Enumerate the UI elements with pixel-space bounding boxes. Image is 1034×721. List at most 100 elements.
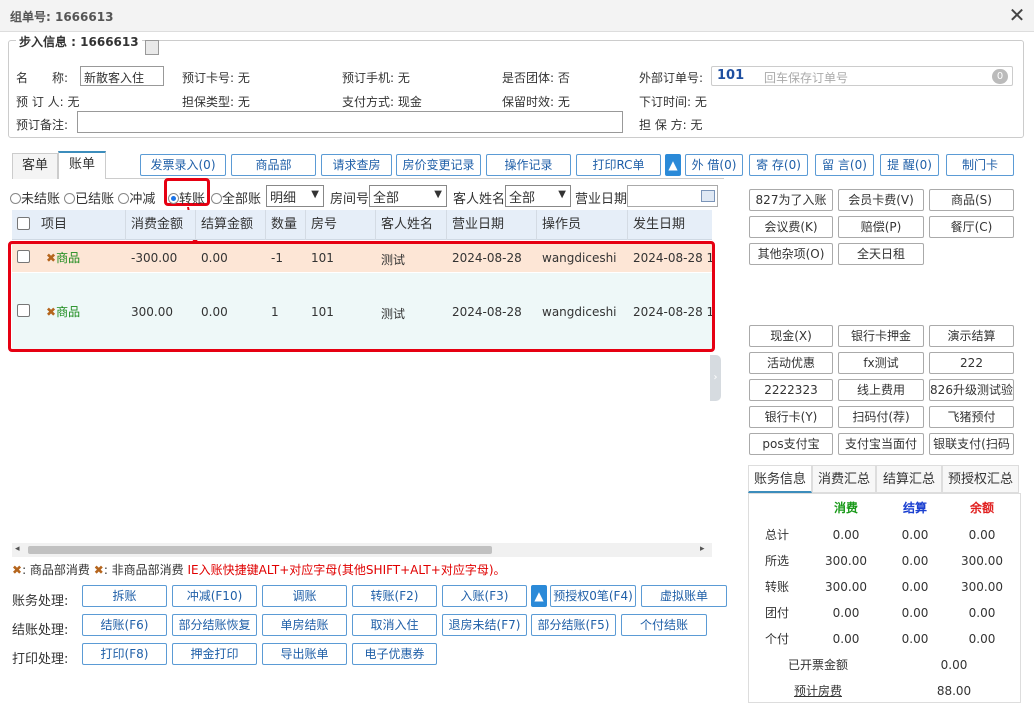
phone-label: 预订手机: 无 (342, 71, 410, 85)
deposit-print-button[interactable]: 押金打印 (172, 643, 257, 665)
tab-guest-bill[interactable]: 客单 (12, 153, 58, 179)
post-entry-button[interactable]: 入账(F3) (442, 585, 527, 607)
restaurant-button[interactable]: 餐厅(C) (929, 216, 1014, 238)
full-day-rent-button[interactable]: 全天日租 (838, 243, 924, 265)
cancel-checkin-button[interactable]: 取消入住 (352, 614, 437, 636)
goods-button[interactable]: 商品(S) (929, 189, 1014, 211)
rate-change-log-button[interactable]: 房价变更记录 (396, 154, 481, 176)
upgrade-test-button[interactable]: 826升级测试验 (929, 379, 1014, 401)
meeting-fee-button[interactable]: 会议费(K) (749, 216, 833, 238)
pos-alipay-button[interactable]: pos支付宝 (749, 433, 833, 455)
col-amount[interactable]: 消费金额 (126, 210, 196, 240)
operation-log-button[interactable]: 操作记录 (486, 154, 571, 176)
e-coupon-button[interactable]: 电子优惠券 (352, 643, 437, 665)
pay-2222323-button[interactable]: 2222323 (749, 379, 833, 401)
demo-settle-button[interactable]: 演示结算 (929, 325, 1014, 347)
collapse-handle[interactable]: › (710, 355, 721, 401)
alipay-f2f-button[interactable]: 支付宝当面付 (838, 433, 924, 455)
tab-account-info[interactable]: 账务信息 (748, 465, 812, 493)
ext-order-field[interactable]: 101 回车保存订单号 0 (711, 66, 1013, 86)
member-card-fee-button[interactable]: 会员卡费(V) (838, 189, 924, 211)
request-room-check-button[interactable]: 请求查房 (321, 154, 392, 176)
summary-selected-balance: 300.00 (961, 554, 1003, 568)
lend-out-button[interactable]: 外 借(0) (685, 154, 743, 176)
print-rc-button[interactable]: 打印RC单 (576, 154, 661, 176)
online-fee-button[interactable]: 线上费用 (838, 379, 924, 401)
scroll-left-icon[interactable]: ◂ (15, 544, 20, 554)
cash-button[interactable]: 现金(X) (749, 325, 833, 347)
select-all-checkbox[interactable] (17, 217, 30, 230)
misc-button[interactable]: 其他杂项(O) (749, 243, 833, 265)
offset-button[interactable]: 冲减(F10) (172, 585, 257, 607)
col-settle[interactable]: 结算金额 (196, 210, 266, 240)
tab-bill[interactable]: 账单 (58, 151, 106, 179)
radio-all[interactable] (211, 193, 222, 204)
summary-group-balance: 0.00 (968, 606, 996, 620)
summary-selected-consume: 300.00 (825, 554, 867, 568)
remark-field[interactable] (77, 111, 623, 133)
horizontal-scrollbar[interactable]: ◂ ▸ (12, 543, 712, 557)
reminder-button[interactable]: 提 醒(0) (880, 154, 939, 176)
checkout-button[interactable]: 结账(F6) (82, 614, 167, 636)
tab-settle-summary[interactable]: 结算汇总 (876, 465, 942, 493)
promotion-button[interactable]: 活动优惠 (749, 352, 833, 374)
col-operator[interactable]: 操作员 (537, 210, 628, 240)
scroll-right-icon[interactable]: ▸ (700, 544, 705, 554)
virtual-bill-button[interactable]: 虚拟账单 (641, 585, 727, 607)
detail-select[interactable]: 明细 ▼ (266, 185, 324, 207)
tab-preauth-summary[interactable]: 预授权汇总 (942, 465, 1019, 493)
scrollbar-thumb[interactable] (28, 546, 492, 554)
name-label: 名 称: (16, 71, 69, 85)
compensation-button[interactable]: 赔偿(P) (838, 216, 924, 238)
radio-transfer[interactable] (168, 193, 179, 204)
message-button[interactable]: 留 言(0) (815, 154, 874, 176)
checkout-unsettled-button[interactable]: 退房未结(F7) (442, 614, 527, 636)
print-button[interactable]: 打印(F8) (82, 643, 167, 665)
calendar-icon[interactable] (701, 190, 715, 202)
goods-dept-button[interactable]: 商品部 (231, 154, 316, 176)
bank-card-button[interactable]: 银行卡(Y) (749, 406, 833, 428)
scan-pay-button[interactable]: 扫码付(荐) (838, 406, 924, 428)
fx-test-button[interactable]: fx测试 (838, 352, 924, 374)
up-arrow-icon[interactable]: ▲ (531, 585, 547, 607)
transfer-button[interactable]: 转账(F2) (352, 585, 437, 607)
export-bill-button[interactable]: 导出账单 (262, 643, 347, 665)
col-item[interactable]: 项目 (36, 210, 126, 240)
deposit-store-button[interactable]: 寄 存(0) (749, 154, 808, 176)
personal-pay-settle-button[interactable]: 个付结账 (621, 614, 707, 636)
partial-settle-restore-button[interactable]: 部分结账恢复 (172, 614, 257, 636)
estimated-room-fee-link[interactable]: 预计房费 (749, 678, 887, 704)
close-icon[interactable]: ✕ (1006, 4, 1028, 26)
header-settle: 结算 (902, 501, 927, 515)
make-card-button[interactable]: 制门卡 (946, 154, 1014, 176)
radio-unsettled[interactable] (10, 193, 21, 204)
preauth-button[interactable]: 预授权0笔(F4) (550, 585, 636, 607)
col-qty[interactable]: 数量 (266, 210, 306, 240)
copy-icon[interactable] (145, 40, 159, 55)
col-room[interactable]: 房号 (306, 210, 376, 240)
invoice-entry-button[interactable]: 发票录入(0) (140, 154, 226, 176)
room-select[interactable]: 全部 ▼ (369, 185, 447, 207)
col-bizdate[interactable]: 营业日期 (447, 210, 537, 240)
split-bill-button[interactable]: 拆账 (82, 585, 167, 607)
up-arrow-icon[interactable]: ▲ (665, 154, 681, 176)
tab-consumption-summary[interactable]: 消费汇总 (812, 465, 876, 493)
radio-settled[interactable] (64, 193, 76, 204)
adjust-button[interactable]: 调账 (262, 585, 347, 607)
partial-settle-button[interactable]: 部分结账(F5) (531, 614, 616, 636)
bizdate-field[interactable] (627, 185, 718, 207)
single-room-settle-button[interactable]: 单房结账 (262, 614, 347, 636)
pay-222-button[interactable]: 222 (929, 352, 1014, 374)
non-goods-icon: ✖ (93, 563, 104, 577)
bank-card-deposit-button[interactable]: 银行卡押金 (838, 325, 924, 347)
name-field[interactable]: 新散客入住 (80, 66, 164, 86)
goods-dept-icon: ✖ (12, 563, 23, 577)
fliggy-prepay-button[interactable]: 飞猪预付 (929, 406, 1014, 428)
post-827-button[interactable]: 827为了入账 (749, 189, 833, 211)
col-guest[interactable]: 客人姓名 (376, 210, 447, 240)
radio-offset[interactable] (118, 193, 130, 204)
guarantee-type-label: 担保类型: 无 (182, 95, 250, 109)
guest-name-select[interactable]: 全部 ▼ (505, 185, 571, 207)
unionpay-scan-button[interactable]: 银联支付(扫码 (929, 433, 1014, 455)
col-date[interactable]: 发生日期 (628, 210, 712, 240)
